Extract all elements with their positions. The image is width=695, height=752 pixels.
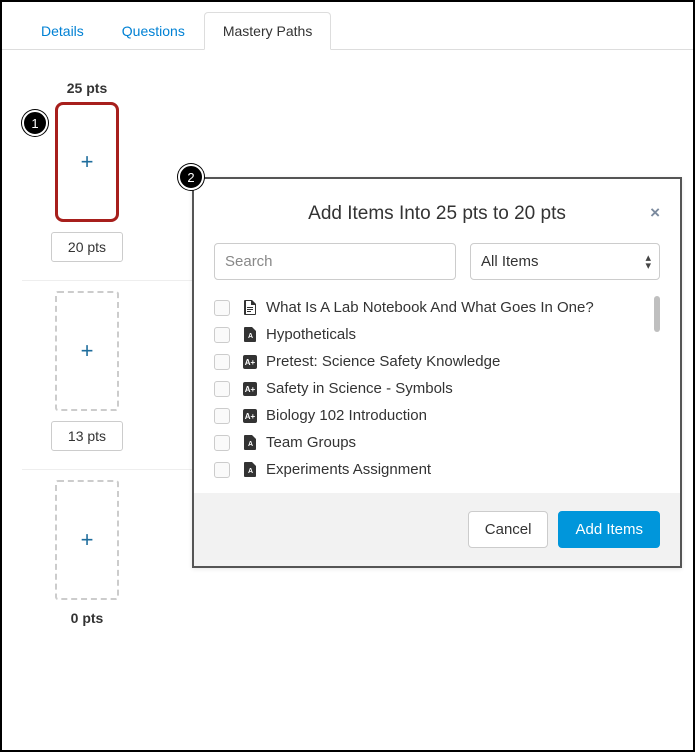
item-checkbox[interactable] [214, 354, 230, 370]
item-label: What Is A Lab Notebook And What Goes In … [266, 299, 594, 316]
add-items-button[interactable]: Add Items [558, 511, 660, 548]
plus-icon: + [81, 527, 94, 553]
svg-text:A+: A+ [245, 412, 256, 421]
tab-bar: Details Questions Mastery Paths [2, 2, 693, 50]
assignment-icon: A [242, 435, 258, 450]
quiz-icon: A+ [242, 382, 258, 396]
range-2-lower-input[interactable] [51, 421, 123, 451]
pts-bottom-label: 0 pts [22, 610, 152, 626]
search-input[interactable] [214, 243, 456, 280]
item-label: Safety in Science - Symbols [266, 380, 453, 397]
add-range-1-button[interactable]: + [55, 102, 119, 222]
pts-top-label: 25 pts [22, 80, 152, 96]
item-label: Experiments Assignment [266, 461, 431, 478]
list-item[interactable]: A+ Safety in Science - Symbols [214, 375, 660, 402]
quiz-icon: A+ [242, 355, 258, 369]
tab-questions[interactable]: Questions [103, 12, 204, 50]
item-checkbox[interactable] [214, 327, 230, 343]
svg-text:A: A [247, 468, 252, 475]
svg-text:A: A [247, 441, 252, 448]
annotation-badge-1: 1 [22, 110, 48, 136]
list-item[interactable]: A+ Pretest: Science Safety Knowledge [214, 348, 660, 375]
tab-details[interactable]: Details [22, 12, 103, 50]
item-label: Hypotheticals [266, 326, 356, 343]
list-item[interactable]: A Hypotheticals [214, 321, 660, 348]
item-checkbox[interactable] [214, 381, 230, 397]
plus-icon: + [81, 149, 94, 175]
add-items-modal: Add Items Into 25 pts to 20 pts × All It… [192, 177, 682, 568]
close-icon[interactable]: × [650, 203, 660, 223]
cancel-button[interactable]: Cancel [468, 511, 549, 548]
filter-select[interactable]: All Items [470, 243, 660, 280]
scrollbar[interactable] [654, 296, 660, 332]
page-icon [242, 300, 258, 315]
add-range-2-button[interactable]: + [55, 291, 119, 411]
item-label: Team Groups [266, 434, 356, 451]
quiz-icon: A+ [242, 409, 258, 423]
plus-icon: + [81, 338, 94, 364]
item-checkbox[interactable] [214, 435, 230, 451]
item-label: Biology 102 Introduction [266, 407, 427, 424]
item-label: Pretest: Science Safety Knowledge [266, 353, 500, 370]
item-checkbox[interactable] [214, 408, 230, 424]
annotation-badge-2: 2 [178, 164, 204, 190]
tab-mastery-paths[interactable]: Mastery Paths [204, 12, 331, 50]
assignment-icon: A [242, 462, 258, 477]
svg-text:A: A [247, 333, 252, 340]
list-item[interactable]: What Is A Lab Notebook And What Goes In … [214, 294, 660, 321]
items-list: What Is A Lab Notebook And What Goes In … [214, 294, 660, 483]
svg-text:A+: A+ [245, 358, 256, 367]
svg-text:A+: A+ [245, 385, 256, 394]
range-1-lower-input[interactable] [51, 232, 123, 262]
list-item[interactable]: A Team Groups [214, 429, 660, 456]
item-checkbox[interactable] [214, 462, 230, 478]
list-item[interactable]: A Experiments Assignment [214, 456, 660, 483]
item-checkbox[interactable] [214, 300, 230, 316]
assignment-icon: A [242, 327, 258, 342]
list-item[interactable]: A+ Biology 102 Introduction [214, 402, 660, 429]
add-range-3-button[interactable]: + [55, 480, 119, 600]
modal-title: Add Items Into 25 pts to 20 pts [308, 203, 566, 224]
